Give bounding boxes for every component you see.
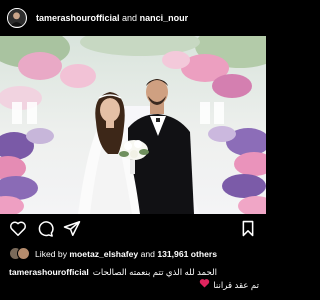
caption-text-line1: الحمد لله الذي تتم بنعمته الصالحات [92,267,218,277]
red-heart-emoji [199,278,210,291]
header-connector: and [122,13,138,23]
post-header: tamerashourofficial and nanci_nour [0,0,266,36]
liker-avatars[interactable] [9,247,31,261]
author-username[interactable]: tamerashourofficial [36,13,120,23]
likes-connector: and [140,249,155,259]
caption-line-2: تم عقد قراننا [9,278,259,291]
collaborator-username[interactable]: nanci_nour [140,13,189,23]
heart-icon[interactable] [9,220,27,242]
post-caption: tamerashourofficial الحمد لله الذي تتم ب… [9,266,259,291]
post-photo[interactable] [0,36,266,214]
liker-username[interactable]: moetaz_elshafey [69,249,138,259]
likes-prefix: Liked by [35,249,68,259]
share-icon[interactable] [63,220,81,242]
likes-row: Liked by moetaz_elshafey and 131,961 oth… [9,246,217,262]
caption-line-1: tamerashourofficial الحمد لله الذي تتم ب… [9,266,259,278]
bookmark-icon[interactable] [240,220,256,242]
author-avatar[interactable] [7,8,27,28]
post-header-text: tamerashourofficial and nanci_nour [36,13,188,23]
caption-text-line2: تم عقد قراننا [213,279,259,290]
liker-avatar [17,247,30,260]
caption-username[interactable]: tamerashourofficial [9,266,89,278]
comment-icon[interactable] [36,220,54,242]
post-actions [0,220,266,242]
likes-count[interactable]: 131,961 others [157,249,217,259]
